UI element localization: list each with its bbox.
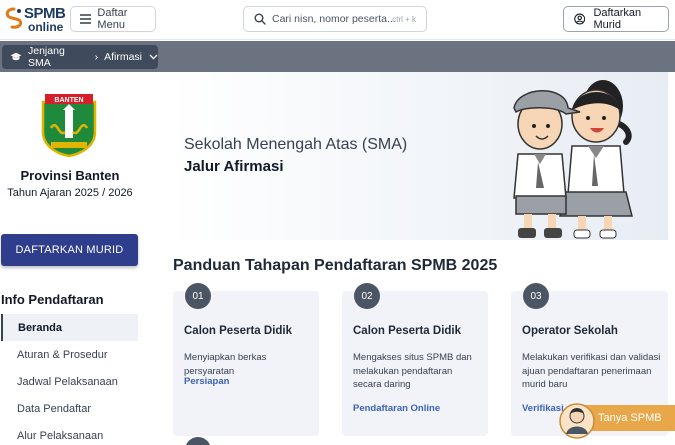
register-student-label: Daftarkan Murid [593,7,642,31]
step-description: Mengakses situs SPMB dan melakukan penda… [353,352,472,390]
step-title: Calon Peserta Didik [184,325,293,337]
guide-step-card: 02 Calon Peserta Didik Mengakses situs S… [342,283,488,436]
step-description: Melakukan verifikasi dan validasi ajuan … [522,352,661,390]
hero-banner: Sekolah Menengah Atas (SMA) Jalur Afirma… [168,72,668,240]
emblem-text: BANTEN [54,97,83,104]
step-description: Menyiapkan berkas persyaratan [184,352,267,377]
academic-year: Tahun Ajaran 2025 / 2026 [7,187,133,199]
chevron-right-icon: › [94,51,99,63]
step-title: Operator Sekolah [522,325,618,337]
sidebar-item-beranda[interactable]: Beranda [1,314,138,341]
step-title: Calon Peserta Didik [353,325,462,337]
help-chat-widget[interactable]: Tanya SPMB [558,400,675,440]
info-nav: Beranda Aturan & Prosedur Jadwal Pelaksa… [1,314,138,445]
user-circle-icon [574,13,586,25]
search-input[interactable]: Cari nisn, nomor peserta... ctrl + k [243,6,427,32]
guide-step-card: 01 Calon Peserta Didik Menyiapkan berkas… [173,283,319,436]
register-student-primary-button[interactable]: DAFTARKAN MURID [1,234,138,266]
help-avatar-icon [559,403,595,439]
breadcrumb-item-jenjang[interactable]: Jenjang SMA [28,45,89,69]
sidebar-item-jadwal[interactable]: Jadwal Pelaksanaan [1,368,138,395]
step-number-badge: 01 [185,283,211,309]
hamburger-icon [80,14,92,24]
sidebar-item-data-pendaftar[interactable]: Data Pendaftar [1,395,138,422]
breadcrumb-item-jalur[interactable]: Afirmasi [104,51,142,63]
sidebar: BANTEN Provinsi Banten Tahun Ajaran 2025… [0,72,160,445]
breadcrumb: Jenjang SMA › Afirmasi [2,45,158,69]
chevron-down-icon[interactable] [149,54,158,60]
graduation-cap-icon [10,52,22,61]
top-bar: SPMB online Daftar Menu Cari nisn, nomor… [0,0,675,40]
logo-text-online: online [28,20,64,34]
sidebar-item-aturan[interactable]: Aturan & Prosedur [1,341,138,368]
breadcrumb-bar: Jenjang SMA › Afirmasi [0,41,675,72]
hero-school-level: Sekolah Menengah Atas (SMA) [184,136,408,153]
menu-button-label: Daftar Menu [97,7,128,31]
search-icon [254,13,266,25]
step-number-badge: 02 [354,283,380,309]
step-number-badge-partial [185,437,211,445]
hero-track: Jalur Afirmasi [184,158,284,175]
register-student-button[interactable]: Daftarkan Murid [563,6,669,32]
menu-button[interactable]: Daftar Menu [70,6,156,32]
info-section-title: Info Pendaftaran [1,292,104,307]
step-link-pendaftaran-online[interactable]: Pendaftaran Online [353,403,440,414]
spmb-logo-mark-icon [5,7,22,29]
step-number-badge: 03 [523,283,549,309]
sidebar-item-alur[interactable]: Alur Pelaksanaan [1,422,138,445]
search-shortcut-hint: ctrl + k [392,15,416,24]
search-placeholder: Cari nisn, nomor peserta... [272,13,396,25]
spmb-logo[interactable]: SPMB online [2,4,66,34]
banten-emblem-icon: BANTEN [41,94,97,158]
guide-section-title: Panduan Tahapan Pendaftaran SPMB 2025 [173,257,498,274]
province-name: Provinsi Banten [20,168,120,183]
students-illustration [513,80,633,239]
step-link-persiapan[interactable]: Persiapan [184,376,229,387]
